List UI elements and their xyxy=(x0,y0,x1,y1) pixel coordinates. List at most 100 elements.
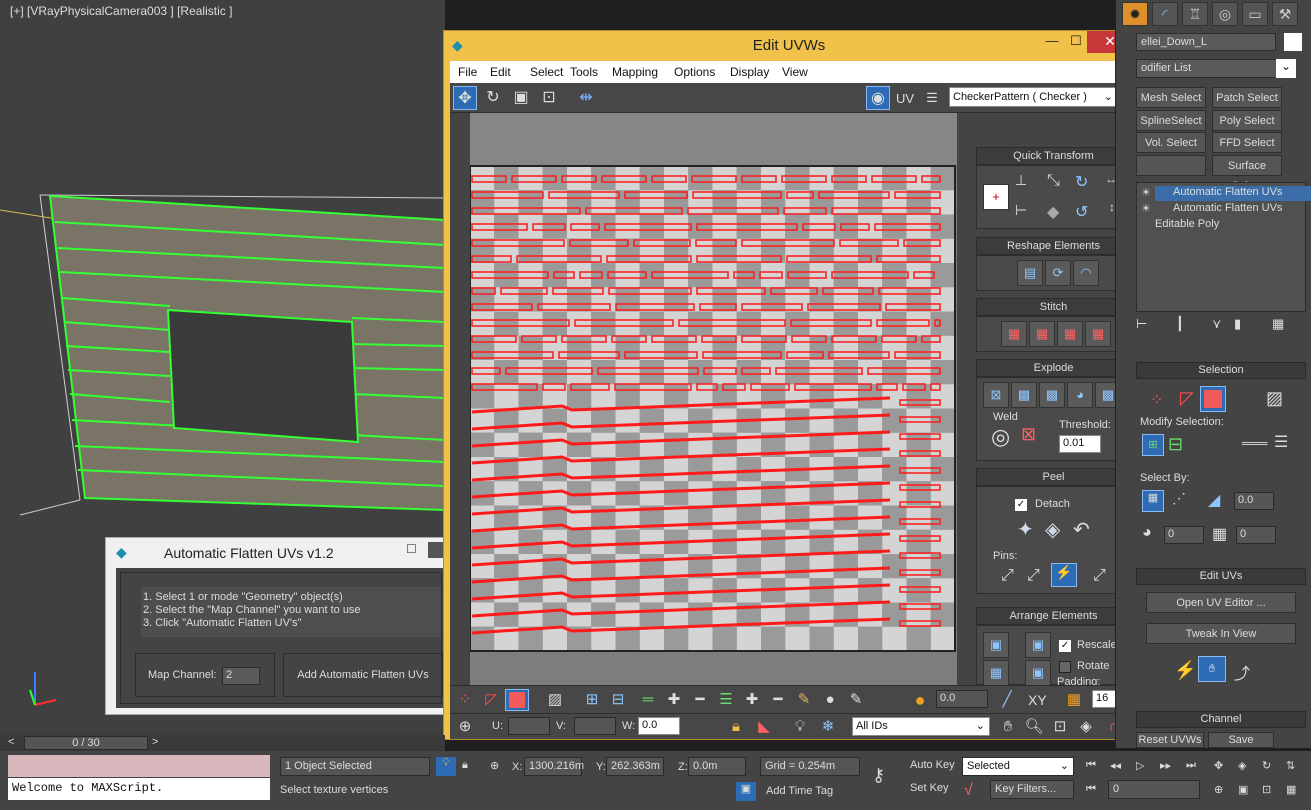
element-icon[interactable]: ▨ xyxy=(1266,388,1283,409)
shrink-icon[interactable]: ⊟ xyxy=(606,689,630,711)
ffd-select-button[interactable]: FFD Select xyxy=(1212,132,1282,153)
pack-custom-icon[interactable]: ▣ xyxy=(1025,632,1051,658)
scale-icon[interactable]: ▣ xyxy=(509,86,533,110)
break-icon[interactable]: ⊠ xyxy=(983,382,1009,408)
select-by-edge-icon[interactable]: ⋰ xyxy=(1172,490,1186,507)
paint-select-icon[interactable]: ✎ xyxy=(792,689,816,711)
next-frame-icon[interactable]: ▸▸ xyxy=(1160,759,1171,772)
select-by-angle-icon[interactable]: ◢ xyxy=(1208,490,1220,510)
rescale-checkbox[interactable]: ✓ xyxy=(1059,640,1071,652)
tweak-in-view-button[interactable]: Tweak In View xyxy=(1146,623,1296,644)
u-input[interactable] xyxy=(508,717,550,735)
pack-normalize-icon[interactable]: ▣ xyxy=(983,632,1009,658)
modify-tab-icon[interactable]: ◜ xyxy=(1152,2,1178,26)
selection-rollout-title[interactable]: Selection xyxy=(1136,362,1306,379)
auto-key-button[interactable]: Auto Key xyxy=(906,757,960,776)
absolute-mode-icon[interactable]: ⊕ xyxy=(490,759,499,772)
stitch-title[interactable]: Stitch xyxy=(976,298,1131,316)
stack-item-auto-flatten-1[interactable]: Automatic Flatten UVs xyxy=(1155,186,1311,201)
bulb-icon[interactable]: ☀ xyxy=(1141,186,1151,199)
zoom-extents-icon[interactable]: ◈ xyxy=(1074,716,1098,738)
loop-icon[interactable]: ═══ xyxy=(1242,436,1268,450)
grow-icon[interactable]: ⊞ xyxy=(1142,434,1164,456)
weld-target-icon[interactable]: ◎ xyxy=(991,424,1010,450)
reset-peel-icon[interactable]: ↶ xyxy=(1073,517,1090,542)
list-icon[interactable]: ☰ xyxy=(920,86,944,110)
element-mode-icon[interactable]: ▨ xyxy=(543,689,567,711)
quick-peel-icon[interactable]: ✦ xyxy=(1017,517,1034,542)
auto-pin-icon[interactable]: ⚡ xyxy=(1051,563,1077,587)
edge-icon[interactable]: ◸ xyxy=(1180,388,1194,409)
pin-icon[interactable]: ⤢ xyxy=(1001,567,1014,585)
id-filter-dropdown[interactable]: All IDs ⌄ xyxy=(852,717,990,736)
isolate-icon[interactable]: 💡︎ xyxy=(436,757,456,776)
pivot-icon[interactable]: + xyxy=(983,184,1009,210)
unpin-icon[interactable]: ⤢ xyxy=(1027,567,1040,585)
hide-icon[interactable]: ◣ xyxy=(752,716,776,738)
select-pins-icon[interactable]: ⤢ xyxy=(1093,567,1106,585)
mesh-select-button[interactable]: Mesh Select xyxy=(1136,87,1206,108)
pack-together-icon[interactable]: ▦ xyxy=(983,660,1009,686)
flatten-by-material-icon[interactable]: ◕ xyxy=(1067,382,1093,408)
bulb-icon[interactable]: ☀ xyxy=(1141,202,1151,215)
afu-titlebar[interactable]: ◆ Automatic Flatten UVs v1.2 ☐ xyxy=(106,538,444,568)
utilities-tab-icon[interactable]: ⚒ xyxy=(1272,2,1298,26)
arrange-title[interactable]: Arrange Elements xyxy=(976,607,1131,625)
texture-dropdown[interactable]: CheckerPattern ( Checker ) ⌄ xyxy=(949,87,1118,107)
edge-mode-icon[interactable]: ◸ xyxy=(479,689,503,711)
remove-modifier-icon[interactable]: ▮ xyxy=(1234,316,1241,332)
detach-checkbox[interactable]: ✓ xyxy=(1015,499,1027,511)
explode-title[interactable]: Explode xyxy=(976,359,1131,377)
add-time-tag[interactable]: Add Time Tag xyxy=(766,785,833,797)
arc-rotate-icon[interactable]: ↻ xyxy=(1262,759,1271,772)
box-icon[interactable]: ◆ xyxy=(1047,202,1059,222)
mirror-icon[interactable]: ⇹ xyxy=(574,86,598,110)
select-by-smooth-icon[interactable]: ◕ xyxy=(1142,524,1152,542)
pan-view-icon[interactable]: ✥ xyxy=(1214,759,1223,772)
close-icon[interactable] xyxy=(428,542,444,558)
v-input[interactable] xyxy=(574,717,616,735)
stitch-average-icon[interactable]: ▦ xyxy=(1057,321,1083,347)
patch-select-button[interactable]: Patch Select xyxy=(1212,87,1282,108)
angle-input[interactable]: 0.0 xyxy=(1234,492,1274,510)
uv-label[interactable]: UV xyxy=(896,91,914,106)
menu-edit[interactable]: Edit xyxy=(490,65,511,79)
zoom-all-icon[interactable]: ▣ xyxy=(1238,783,1248,796)
show-map-icon[interactable]: ◉ xyxy=(866,86,890,110)
grow-icon[interactable]: ⊞ xyxy=(580,689,604,711)
motion-tab-icon[interactable]: ◎ xyxy=(1212,2,1238,26)
flatten-by-poly-icon[interactable]: ▩ xyxy=(1011,382,1037,408)
uv-checker-canvas[interactable] xyxy=(470,113,957,685)
straighten-selection-icon[interactable]: ▤ xyxy=(1017,260,1043,286)
key-mode-dropdown[interactable]: Selected ⌄ xyxy=(962,757,1074,776)
show-end-result-icon[interactable]: ┃ xyxy=(1176,316,1184,332)
face-icon[interactable] xyxy=(1200,386,1226,412)
shrink-icon[interactable]: ⊟ xyxy=(1168,434,1183,455)
maximize-viewport-icon[interactable]: ⇅ xyxy=(1286,759,1295,772)
rotate-checkbox[interactable] xyxy=(1059,661,1071,673)
menu-mapping[interactable]: Mapping xyxy=(612,65,658,79)
frame-indicator[interactable]: 0 / 30 xyxy=(24,736,148,750)
map-channel-input[interactable]: 2 xyxy=(222,667,260,685)
goto-end-icon[interactable]: ⏭ xyxy=(1186,759,1196,772)
menu-file[interactable]: File xyxy=(458,65,477,79)
channel-rollout-title[interactable]: Channel xyxy=(1136,711,1306,728)
peel-title[interactable]: Peel xyxy=(976,468,1131,486)
menu-display[interactable]: Display xyxy=(730,65,769,79)
soft-select-input[interactable]: 0.0 xyxy=(936,690,988,708)
material-id-input[interactable]: 0 xyxy=(1236,526,1276,544)
ring-plus-icon[interactable]: ✚ xyxy=(740,689,764,711)
time-slider[interactable]: < 0 / 30 > xyxy=(0,735,445,751)
loop-minus-icon[interactable]: ━ xyxy=(688,689,712,711)
align-v-icon[interactable]: ⊢ xyxy=(1015,202,1027,219)
stitch-custom-icon[interactable]: ▦ xyxy=(1001,321,1027,347)
w-input[interactable]: 0.0 xyxy=(638,717,680,735)
play-icon[interactable]: ▷ xyxy=(1136,759,1144,772)
open-uv-editor-button[interactable]: Open UV Editor ... xyxy=(1146,592,1296,613)
weld-selected-icon[interactable]: ⊠ xyxy=(1021,424,1036,445)
vertex-mode-icon[interactable]: ⁘ xyxy=(453,689,477,711)
paint-grow-icon[interactable]: ● xyxy=(818,689,842,711)
minimize-button[interactable]: — xyxy=(1040,33,1064,51)
uv-editor-viewport[interactable] xyxy=(470,113,957,685)
key-mode-toggle-icon[interactable]: ⏮ xyxy=(1086,783,1096,796)
